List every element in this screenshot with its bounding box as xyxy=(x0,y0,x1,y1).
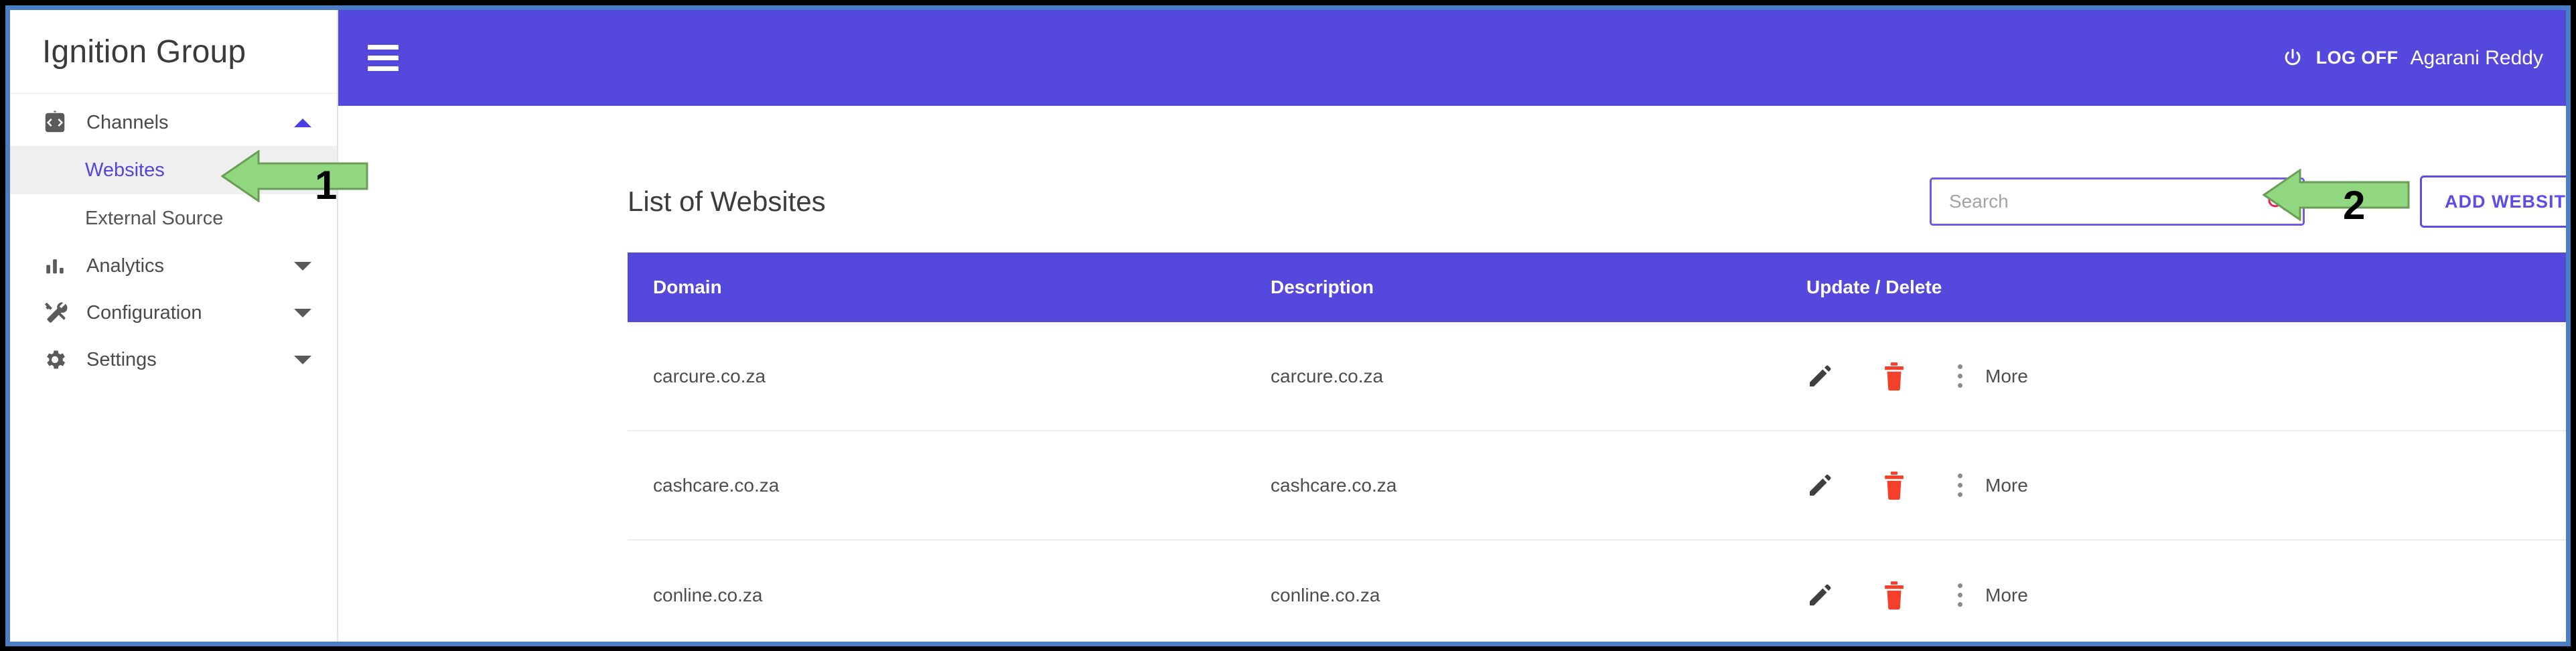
kebab-dot xyxy=(1958,602,1962,607)
table-row: carcure.co.za carcure.co.za More xyxy=(628,322,2566,431)
main-content: List of Websites ADD WEBSITE xyxy=(340,106,2566,642)
cell-actions: More xyxy=(1806,581,2275,610)
hamburger-bar xyxy=(368,66,399,71)
log-off-button[interactable]: LOG OFF xyxy=(2316,48,2399,68)
chevron-up-icon[interactable] xyxy=(294,118,311,127)
brand-header: Ignition Group xyxy=(10,10,337,94)
annotation-arrow-2: 2 xyxy=(2263,169,2410,228)
more-actions: More xyxy=(1955,362,2275,390)
screenshot-highlight-border: Ignition Group Channels Websites Externa… xyxy=(5,5,2571,646)
cell-description: cashcare.co.za xyxy=(1271,474,1397,496)
kebab-dot xyxy=(1958,492,1962,497)
trash-icon[interactable] xyxy=(1881,362,1907,391)
cell-domain: carcure.co.za xyxy=(653,365,766,386)
configuration-icon xyxy=(41,299,69,327)
kebab-dot xyxy=(1958,364,1962,369)
trash-icon[interactable] xyxy=(1881,581,1907,610)
search-input[interactable] xyxy=(1949,191,2265,212)
annotation-number-2: 2 xyxy=(2343,183,2366,228)
sidebar-group-label: Settings xyxy=(86,348,157,370)
websites-table: Domain Description Update / Delete carcu… xyxy=(628,252,2566,642)
pencil-icon[interactable] xyxy=(1806,582,1833,609)
table-row: cashcare.co.za cashcare.co.za More xyxy=(628,431,2566,540)
cell-actions: More xyxy=(1806,471,2275,500)
pencil-icon[interactable] xyxy=(1806,363,1833,390)
trash-icon[interactable] xyxy=(1881,471,1907,500)
screenshot-outer-border: Ignition Group Channels Websites Externa… xyxy=(0,0,2576,651)
pencil-icon[interactable] xyxy=(1806,472,1833,499)
cell-description: carcure.co.za xyxy=(1271,365,1384,386)
sidebar-group-analytics[interactable]: Analytics xyxy=(10,242,337,289)
table-row: conline.co.za conline.co.za More xyxy=(628,540,2566,642)
topbar: LOG OFF Agarani Reddy xyxy=(338,10,2566,106)
websites-panel: List of Websites ADD WEBSITE xyxy=(628,169,2566,642)
more-label[interactable]: More xyxy=(1985,475,2028,496)
sidebar-item-label: Websites xyxy=(85,159,165,181)
user-area: LOG OFF Agarani Reddy xyxy=(2281,47,2543,70)
annotation-number-1: 1 xyxy=(315,163,338,208)
more-actions: More xyxy=(1955,581,2275,609)
sidebar-item-label: External Source xyxy=(85,207,224,229)
column-header-domain: Domain xyxy=(653,277,722,297)
table-header-row: Domain Description Update / Delete xyxy=(628,252,2566,322)
sidebar-group-label: Analytics xyxy=(86,255,165,277)
application-window: Ignition Group Channels Websites Externa… xyxy=(10,10,2566,642)
hamburger-bar xyxy=(368,45,399,50)
column-header-description: Description xyxy=(1271,277,1374,297)
more-actions: More xyxy=(1955,471,2275,500)
panel-header-actions: ADD WEBSITE xyxy=(1930,175,2566,228)
kebab-dot xyxy=(1958,483,1962,488)
hamburger-bar xyxy=(368,56,399,60)
cell-description: conline.co.za xyxy=(1271,584,1380,605)
brand-title: Ignition Group xyxy=(42,33,246,70)
page-title: List of Websites xyxy=(628,186,826,217)
sidebar: Ignition Group Channels Websites Externa… xyxy=(10,10,338,642)
settings-icon xyxy=(41,346,69,374)
kebab-dot xyxy=(1958,474,1962,478)
search-box[interactable] xyxy=(1930,177,2305,226)
sidebar-group-label: Configuration xyxy=(86,301,202,323)
chevron-down-icon[interactable] xyxy=(294,355,311,364)
kebab-menu-icon[interactable] xyxy=(1955,581,1965,609)
kebab-dot xyxy=(1958,583,1962,588)
kebab-menu-icon[interactable] xyxy=(1955,471,1965,500)
more-label[interactable]: More xyxy=(1985,585,2028,606)
sidebar-nav: Channels Websites External Source Analyt… xyxy=(10,94,337,383)
analytics-icon xyxy=(41,252,69,280)
chevron-down-icon[interactable] xyxy=(294,308,311,317)
chevron-down-icon[interactable] xyxy=(294,261,311,271)
column-header-update-delete: Update / Delete xyxy=(1806,277,1942,297)
cell-domain: conline.co.za xyxy=(653,584,763,605)
hamburger-icon[interactable] xyxy=(368,41,399,75)
kebab-dot xyxy=(1958,593,1962,597)
cell-actions: More xyxy=(1806,362,2275,391)
sidebar-group-configuration[interactable]: Configuration xyxy=(10,289,337,336)
kebab-dot xyxy=(1958,374,1962,378)
power-icon[interactable] xyxy=(2281,47,2304,70)
channels-icon xyxy=(41,108,69,137)
kebab-menu-icon[interactable] xyxy=(1955,362,1965,390)
username-label: Agarani Reddy xyxy=(2410,46,2543,69)
sidebar-group-channels[interactable]: Channels xyxy=(10,99,337,146)
sidebar-group-settings[interactable]: Settings xyxy=(10,336,337,383)
kebab-dot xyxy=(1958,383,1962,388)
cell-domain: cashcare.co.za xyxy=(653,474,780,496)
annotation-arrow-1: 1 xyxy=(221,150,368,208)
add-website-button[interactable]: ADD WEBSITE xyxy=(2420,175,2566,228)
more-label[interactable]: More xyxy=(1985,366,2028,387)
sidebar-group-label: Channels xyxy=(86,111,169,133)
